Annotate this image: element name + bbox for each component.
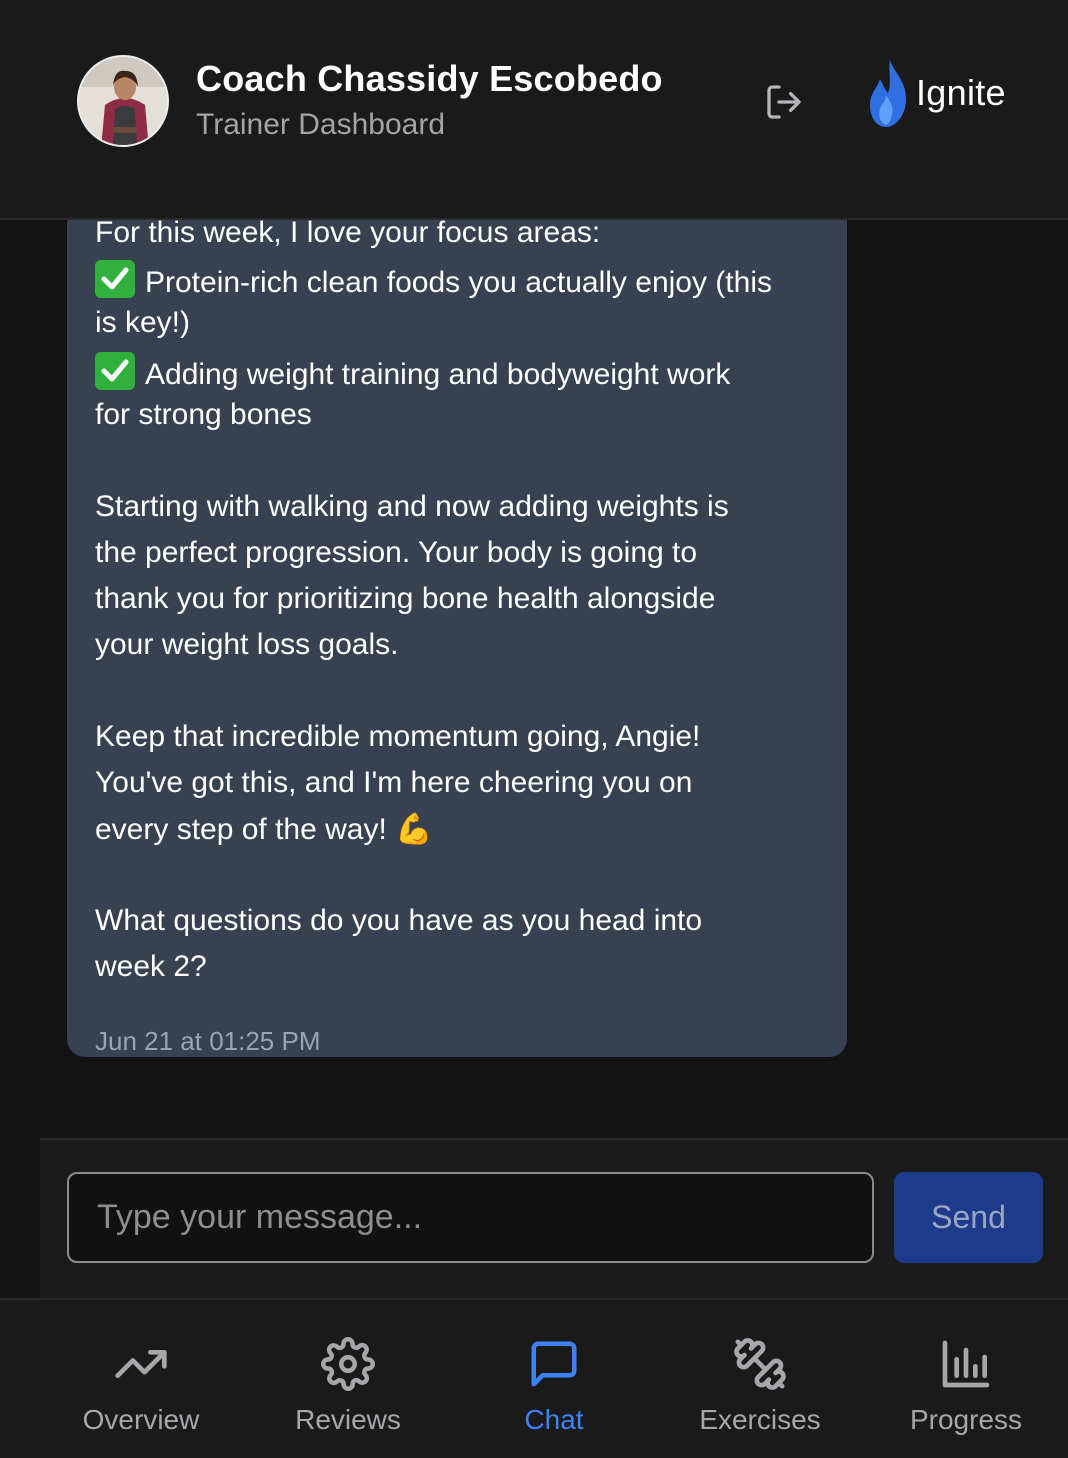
message-line: Keep that incredible momentum going, Ang… xyxy=(95,720,701,753)
message-line: the perfect progression. Your body is go… xyxy=(95,536,698,569)
avatar[interactable] xyxy=(77,55,169,147)
logout-icon xyxy=(767,85,801,119)
message-line: Protein-rich clean foods you actually en… xyxy=(145,266,772,299)
app: Coach Chassidy Escobedo Trainer Dashboar… xyxy=(0,0,1068,1458)
message-line: Adding weight training and bodyweight wo… xyxy=(145,358,731,391)
message-line-check: Protein-rich clean foods you actually en… xyxy=(95,260,772,300)
dashboard-subtitle: Trainer Dashboard xyxy=(196,108,446,141)
coach-name: Coach Chassidy Escobedo xyxy=(196,58,663,99)
header: Coach Chassidy Escobedo Trainer Dashboar… xyxy=(0,0,1068,220)
message-composer: Send xyxy=(40,1138,1068,1298)
trending-up-icon xyxy=(113,1336,169,1392)
message-line: every step of the way! 💪 xyxy=(95,813,433,846)
chat-messages[interactable]: For this week, I love your focus areas: … xyxy=(0,220,1068,1138)
nav-label: Overview xyxy=(82,1404,200,1435)
message-line: your weight loss goals. xyxy=(95,628,399,661)
message-line: week 2? xyxy=(95,950,207,983)
message-line: Starting with walking and now adding wei… xyxy=(95,490,729,523)
message-line: You've got this, and I'm here cheering y… xyxy=(95,766,693,799)
brand-logo[interactable]: Ignite xyxy=(866,56,1006,130)
bar-chart-icon xyxy=(938,1336,994,1392)
nav-item-reviews[interactable]: Reviews xyxy=(245,1300,451,1458)
message-bubble: For this week, I love your focus areas: … xyxy=(67,220,847,1057)
gear-icon xyxy=(320,1336,376,1392)
message-line: What questions do you have as you head i… xyxy=(95,904,703,937)
message-line: is key!) xyxy=(95,306,191,339)
chat-bubble-icon xyxy=(526,1336,582,1392)
flame-icon xyxy=(870,59,906,127)
nav-item-overview[interactable]: Overview xyxy=(38,1300,244,1458)
avatar-photo-icon xyxy=(79,57,167,145)
message-line: for strong bones xyxy=(95,398,312,431)
message-line: thank you for prioritizing bone health a… xyxy=(95,582,716,615)
nav-item-chat[interactable]: Chat xyxy=(451,1300,657,1458)
brand-name: Ignite xyxy=(916,72,1006,113)
message-line: For this week, I love your focus areas: xyxy=(95,220,601,249)
nav-label: Chat xyxy=(524,1404,584,1435)
nav-item-progress[interactable]: Progress xyxy=(863,1300,1068,1458)
bottom-nav: Overview Reviews Chat Exercises Progress xyxy=(0,1298,1068,1458)
logout-button[interactable] xyxy=(764,82,804,122)
message-line-check: Adding weight training and bodyweight wo… xyxy=(95,352,730,392)
check-mark-icon xyxy=(95,260,135,298)
dumbbell-icon xyxy=(732,1336,788,1392)
message-input[interactable] xyxy=(67,1172,874,1263)
nav-item-exercises[interactable]: Exercises xyxy=(657,1300,863,1458)
send-button[interactable]: Send xyxy=(894,1172,1043,1263)
message-timestamp: Jun 21 at 01:25 PM xyxy=(95,1026,321,1056)
nav-label: Reviews xyxy=(295,1404,401,1435)
nav-label: Progress xyxy=(909,1404,1023,1435)
nav-label: Exercises xyxy=(699,1404,821,1435)
check-mark-icon xyxy=(95,352,135,390)
